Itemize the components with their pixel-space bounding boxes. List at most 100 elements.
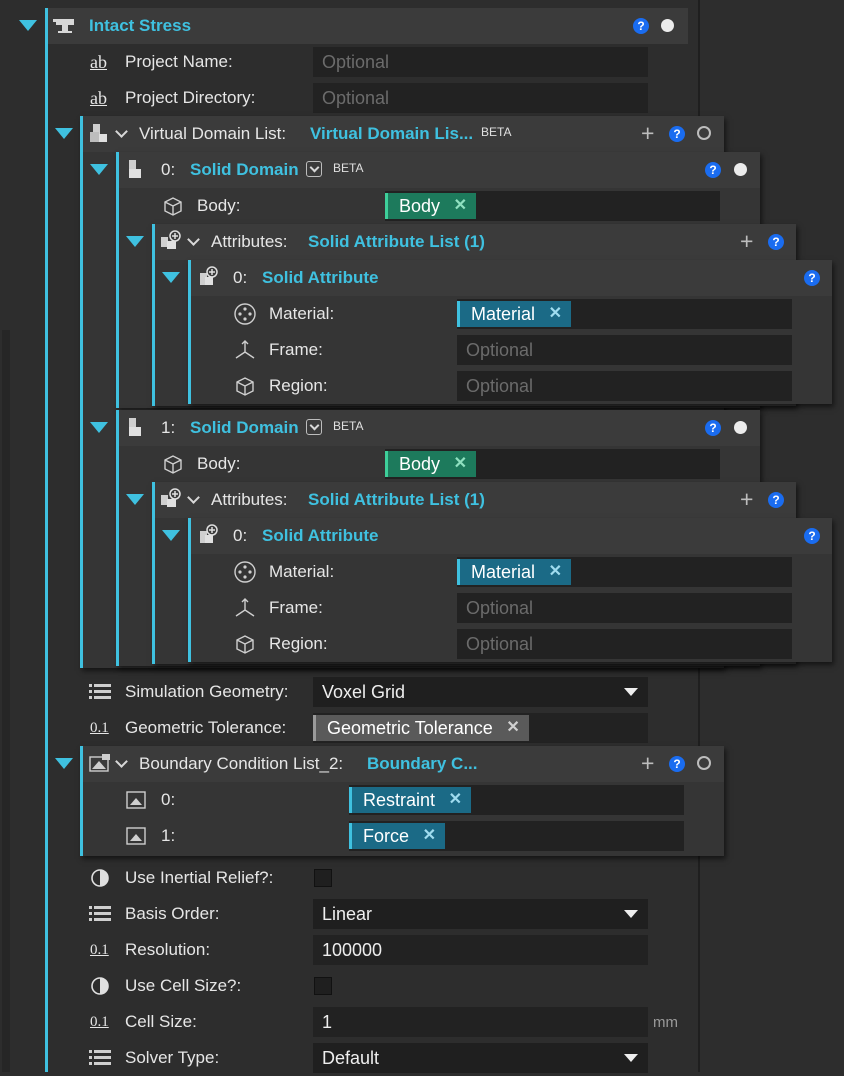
material-chip[interactable]: Material ✕: [457, 301, 572, 327]
resolution-input[interactable]: 100000: [313, 935, 648, 965]
bcl-add-button[interactable]: +: [641, 752, 654, 775]
attribute-1-help-icon[interactable]: ?: [804, 528, 820, 544]
material-label: Material:: [269, 304, 335, 323]
body-chip[interactable]: Body ✕: [385, 193, 477, 219]
basis-value: Linear: [322, 904, 373, 924]
attributes-1-help-icon[interactable]: ?: [768, 492, 784, 508]
bcl-help-icon[interactable]: ?: [669, 756, 685, 772]
bcl-item-1-field[interactable]: Force ✕: [349, 821, 684, 851]
material-icon: [234, 303, 256, 325]
domain-1-body-field[interactable]: Body ✕: [385, 449, 720, 479]
domain-0-type-dropdown[interactable]: [306, 161, 322, 177]
inertial-checkbox[interactable]: [314, 869, 332, 887]
bcl-title[interactable]: Boundary C...: [367, 746, 478, 782]
text-type-icon: ab: [90, 88, 107, 108]
domain-0-collapse-toggle[interactable]: [90, 164, 108, 175]
project-name-label: Project Name:: [125, 52, 233, 71]
vdl-help-icon[interactable]: ?: [669, 126, 685, 142]
domain-list-icon: [90, 124, 107, 142]
material-chip-label: Material: [471, 304, 536, 324]
root-collapse-toggle[interactable]: [19, 20, 37, 31]
attribute-1-collapse-toggle[interactable]: [162, 530, 180, 541]
number-type-icon: 0.1: [90, 1014, 109, 1030]
region-input[interactable]: Optional: [457, 629, 792, 659]
attribute-list-icon: [161, 230, 181, 249]
attribute-1-title[interactable]: Solid Attribute: [262, 518, 378, 554]
domain-0-status-icon[interactable]: [734, 163, 747, 176]
project-dir-input[interactable]: Optional: [313, 83, 648, 113]
vdl-label: Virtual Domain List:: [139, 124, 287, 143]
cell-size-input[interactable]: 1: [313, 1007, 648, 1037]
attributes-1-collapse-toggle[interactable]: [126, 494, 144, 505]
solver-select[interactable]: Default: [313, 1043, 648, 1073]
cell-size-checkbox[interactable]: [314, 977, 332, 995]
remove-icon[interactable]: ✕: [549, 301, 562, 327]
domain-0-help-icon[interactable]: ?: [705, 162, 721, 178]
scrollbar-track[interactable]: [2, 330, 10, 1072]
basis-select[interactable]: Linear: [313, 899, 648, 929]
project-name-input[interactable]: Optional: [313, 47, 648, 77]
geo-tol-chip[interactable]: Geometric Tolerance ✕: [313, 715, 529, 741]
domain-1-collapse-toggle[interactable]: [90, 422, 108, 433]
domain-1-title[interactable]: Solid Domain: [190, 410, 299, 446]
attributes-0-label: Attributes:: [211, 232, 288, 251]
restraint-chip[interactable]: Restraint ✕: [349, 787, 472, 813]
attribute-0-title[interactable]: Solid Attribute: [262, 260, 378, 296]
bcl-item-0-index: 0:: [161, 790, 176, 809]
force-chip[interactable]: Force ✕: [349, 823, 446, 849]
remove-icon[interactable]: ✕: [506, 715, 519, 741]
sim-geom-select[interactable]: Voxel Grid: [313, 677, 648, 707]
vdl-status-icon[interactable]: [697, 126, 711, 140]
domain-1-help-icon[interactable]: ?: [705, 420, 721, 436]
bcl-status-icon[interactable]: [697, 756, 711, 770]
solver-value: Default: [322, 1048, 380, 1068]
domain-0-title[interactable]: Solid Domain: [190, 152, 299, 188]
remove-icon[interactable]: ✕: [454, 193, 467, 219]
frame-input[interactable]: Optional: [457, 335, 792, 365]
attributes-0-add-button[interactable]: +: [740, 230, 753, 253]
material-field[interactable]: Material ✕: [457, 299, 792, 329]
inertial-label: Use Inertial Relief?:: [125, 868, 274, 887]
root-title: Intact Stress: [89, 16, 192, 35]
vdl-collapse-toggle[interactable]: [55, 128, 73, 139]
geo-tol-field[interactable]: Geometric Tolerance ✕: [313, 713, 648, 743]
frame-input[interactable]: Optional: [457, 593, 792, 623]
attributes-0-help-icon[interactable]: ?: [768, 234, 784, 250]
domain-1-type-dropdown[interactable]: [306, 419, 322, 435]
frame-icon: [235, 340, 255, 359]
force-chip-label: Force: [363, 826, 410, 846]
dropdown-caret-icon: [624, 910, 638, 918]
text-type-icon: ab: [90, 52, 107, 72]
attributes-1-title[interactable]: Solid Attribute List (1): [308, 482, 485, 518]
attributes-0-collapse-toggle[interactable]: [126, 236, 144, 247]
vdl-beta-badge: BETA: [481, 125, 512, 139]
root-status-icon[interactable]: [661, 19, 674, 32]
bcl-item-0-field[interactable]: Restraint ✕: [349, 785, 684, 815]
project-dir-label: Project Directory:: [125, 88, 256, 107]
attributes-1-add-button[interactable]: +: [740, 488, 753, 511]
material-field[interactable]: Material ✕: [457, 557, 792, 587]
remove-icon[interactable]: ✕: [423, 823, 436, 849]
attribute-0-collapse-toggle[interactable]: [162, 272, 180, 283]
basis-label: Basis Order:: [125, 904, 220, 923]
vdl-title[interactable]: Virtual Domain Lis...: [310, 116, 473, 152]
number-type-icon: 0.1: [90, 942, 109, 958]
cell-size-toggle-label: Use Cell Size?:: [125, 976, 242, 995]
resolution-label: Resolution:: [125, 940, 211, 959]
domain-0-body-field[interactable]: Body ✕: [385, 191, 720, 221]
vdl-add-button[interactable]: +: [641, 122, 654, 145]
bcl-collapse-toggle[interactable]: [55, 758, 73, 769]
frame-icon: [235, 598, 255, 617]
list-icon: [89, 1050, 111, 1065]
body-chip[interactable]: Body ✕: [385, 451, 477, 477]
region-input[interactable]: Optional: [457, 371, 792, 401]
domain-1-status-icon[interactable]: [734, 421, 747, 434]
material-chip[interactable]: Material ✕: [457, 559, 572, 585]
remove-icon[interactable]: ✕: [549, 559, 562, 585]
root-help-icon[interactable]: ?: [633, 18, 649, 34]
vdl-indent-bar: [80, 116, 83, 668]
remove-icon[interactable]: ✕: [449, 787, 462, 813]
attribute-0-help-icon[interactable]: ?: [804, 270, 820, 286]
attributes-0-title[interactable]: Solid Attribute List (1): [308, 224, 485, 260]
remove-icon[interactable]: ✕: [454, 451, 467, 477]
